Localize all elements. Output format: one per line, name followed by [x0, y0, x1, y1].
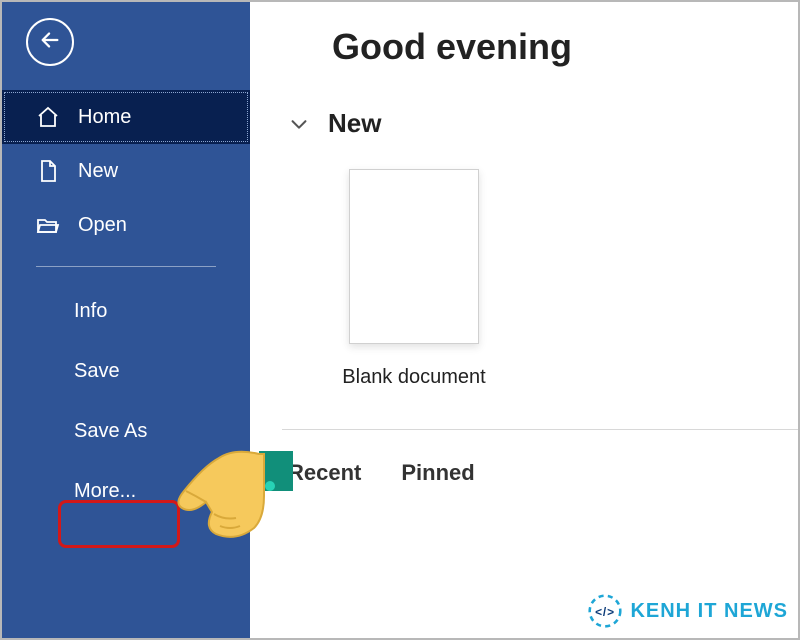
sidebar-item-new[interactable]: New: [2, 144, 250, 198]
sidebar-item-open[interactable]: Open: [2, 198, 250, 252]
backstage-sidebar: Home New Open Info: [2, 2, 250, 638]
sidebar-item-label: Save As: [74, 420, 147, 443]
template-thumbnail: [349, 169, 479, 344]
home-icon: [36, 105, 60, 129]
template-blank-document[interactable]: Blank document: [288, 169, 540, 389]
template-welcome[interactable]: Wel: [600, 169, 798, 389]
recent-tabs: Recent Pinned: [288, 460, 798, 486]
section-title: New: [328, 108, 381, 139]
folder-open-icon: [36, 213, 60, 237]
arrow-left-icon: [39, 29, 61, 56]
sidebar-item-home[interactable]: Home: [2, 90, 250, 144]
back-button[interactable]: [26, 18, 74, 66]
sidebar-item-label: New: [78, 160, 118, 183]
sidebar-item-label: Open: [78, 214, 127, 237]
sidebar-divider: [36, 266, 216, 267]
sidebar-item-label: Home: [78, 106, 131, 129]
watermark-text: KENH IT NEWS: [630, 600, 788, 623]
tab-recent[interactable]: Recent: [288, 460, 361, 486]
template-gallery: Blank document Wel: [288, 169, 798, 389]
sidebar-item-more[interactable]: More...: [2, 461, 250, 521]
sidebar-nav: Home New Open Info: [2, 90, 250, 521]
sidebar-item-save-as[interactable]: Save As: [2, 401, 250, 461]
chevron-down-icon: [288, 113, 310, 135]
sidebar-item-label: Info: [74, 300, 107, 323]
section-new-header[interactable]: New: [288, 108, 798, 139]
sidebar-item-save[interactable]: Save: [2, 341, 250, 401]
page-title: Good evening: [332, 26, 798, 68]
divider: [282, 429, 798, 430]
template-label: Blank document: [342, 366, 485, 389]
watermark-logo: </> KENH IT NEWS: [588, 594, 788, 628]
svg-text:</>: </>: [596, 605, 616, 619]
sidebar-item-label: Save: [74, 360, 120, 383]
document-icon: [36, 159, 60, 183]
main-panel: Good evening New Blank document Wel: [250, 2, 798, 638]
tab-pinned[interactable]: Pinned: [401, 460, 474, 486]
sidebar-item-info[interactable]: Info: [2, 281, 250, 341]
logo-icon: </>: [588, 594, 622, 628]
sidebar-item-label: More...: [74, 480, 136, 503]
